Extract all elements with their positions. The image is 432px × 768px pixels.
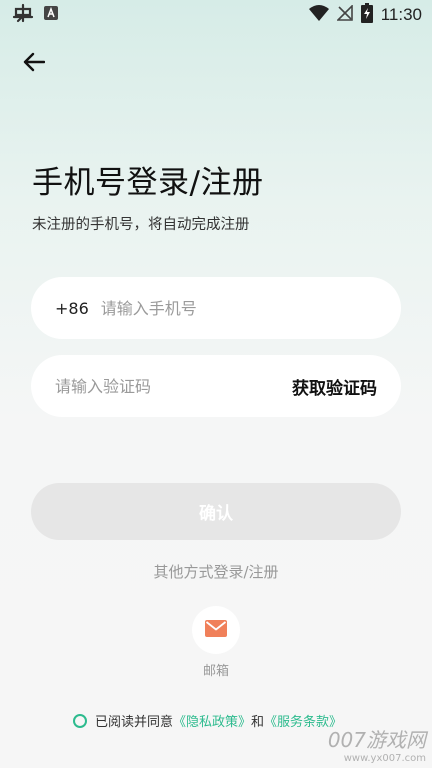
site-watermark: 007游戏网 www.yx007.com xyxy=(328,724,426,764)
status-time: 11:30 xyxy=(380,5,422,24)
status-right: 11:30 xyxy=(308,2,422,28)
agreement-and: 和 xyxy=(251,715,265,730)
agreement-row: 已阅读并同意 《隐私政策》 和 《服务条款》 xyxy=(73,711,342,730)
privacy-policy-link[interactable]: 《隐私政策》 xyxy=(173,711,251,730)
no-signal-icon xyxy=(335,3,353,26)
a-notification-icon xyxy=(44,5,58,25)
phone-input[interactable] xyxy=(100,298,301,318)
page-subtitle: 未注册的手机号，将自动完成注册 xyxy=(32,217,250,233)
mail-login-button[interactable] xyxy=(192,606,240,654)
mail-label: 邮箱 xyxy=(202,664,229,679)
arrow-left-icon xyxy=(23,52,46,76)
back-button[interactable] xyxy=(18,48,50,80)
mail-icon xyxy=(205,619,227,641)
watermark-url: www.yx007.com xyxy=(343,753,426,764)
watermark-main: 007游戏网 xyxy=(327,728,426,752)
get-code-button[interactable]: 获取验证码 xyxy=(292,374,377,399)
battery-charging-icon xyxy=(360,2,373,28)
bug-icon xyxy=(12,3,34,28)
country-code-prefix[interactable]: +86 xyxy=(55,299,89,318)
status-bar: 11:30 xyxy=(0,0,432,30)
wifi-icon xyxy=(308,4,329,26)
page-title: 手机号登录/注册 xyxy=(32,165,264,201)
code-input[interactable] xyxy=(55,376,255,396)
other-login-label: 其他方式登录/注册 xyxy=(153,563,279,581)
code-field[interactable]: 获取验证码 xyxy=(31,355,401,417)
phone-field[interactable]: +86 xyxy=(31,277,401,339)
agreement-checkbox[interactable] xyxy=(73,713,87,728)
status-left xyxy=(12,3,58,28)
confirm-button[interactable]: 确认 xyxy=(31,483,401,540)
agreement-prefix: 已阅读并同意 xyxy=(95,715,174,730)
